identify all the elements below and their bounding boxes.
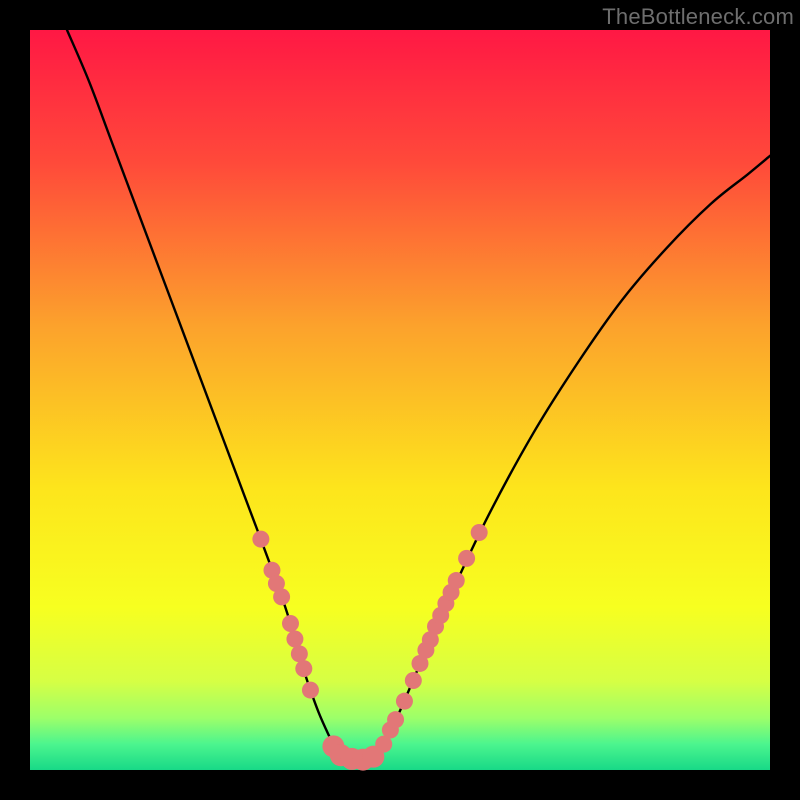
highlight-dot — [387, 711, 404, 728]
bottleneck-chart — [0, 0, 800, 800]
highlight-dot — [448, 572, 465, 589]
highlight-dot — [471, 524, 488, 541]
highlight-dot — [405, 672, 422, 689]
highlight-dot — [282, 615, 299, 632]
highlight-dot — [302, 682, 319, 699]
highlight-dot — [252, 531, 269, 548]
highlight-dot — [291, 645, 308, 662]
highlight-dot — [286, 631, 303, 648]
highlight-dot — [458, 550, 475, 567]
highlight-dot — [295, 660, 312, 677]
highlight-dot — [273, 588, 290, 605]
highlight-dot — [396, 693, 413, 710]
plot-background — [30, 30, 770, 770]
chart-frame: TheBottleneck.com — [0, 0, 800, 800]
